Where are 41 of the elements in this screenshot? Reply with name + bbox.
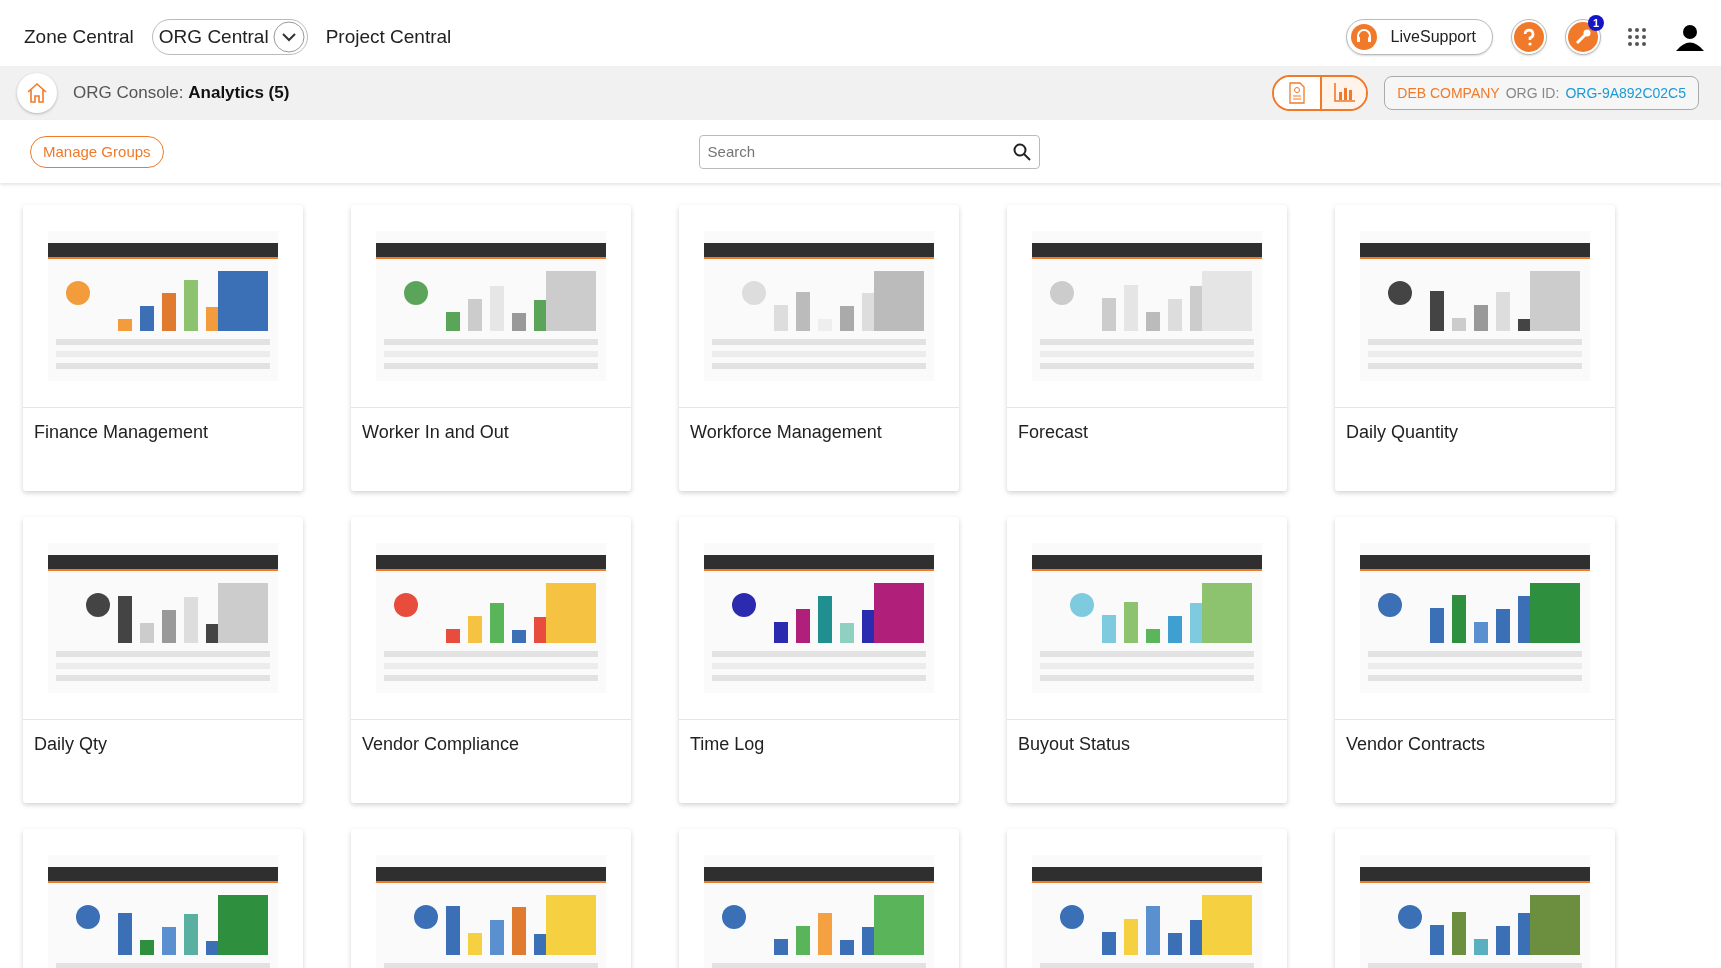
report-card[interactable]: Vendor Compliance bbox=[351, 517, 631, 803]
card-title: Vendor Compliance bbox=[362, 734, 520, 754]
console-title: ORG Console: Analytics (5) bbox=[73, 83, 290, 103]
headset-icon bbox=[1350, 24, 1377, 50]
card-title: Finance Management bbox=[34, 422, 209, 442]
help-button[interactable] bbox=[1511, 19, 1547, 55]
card-title: Workforce Management bbox=[690, 422, 882, 442]
card-title: Daily Qty bbox=[34, 734, 107, 754]
report-card[interactable]: Time Log bbox=[679, 517, 959, 803]
card-title: Vendor Contracts bbox=[1346, 734, 1486, 754]
report-card[interactable]: Workforce Management bbox=[679, 205, 959, 491]
question-icon bbox=[1514, 22, 1544, 52]
report-card[interactable]: Daily Quantity bbox=[1335, 205, 1615, 491]
nav-link[interactable]: Project Central bbox=[325, 26, 452, 48]
nav-link[interactable]: Zone Central bbox=[24, 26, 134, 48]
chevron-down-icon bbox=[272, 21, 305, 53]
report-card[interactable]: Forecast bbox=[1007, 205, 1287, 491]
chart-view-button[interactable] bbox=[1320, 77, 1367, 109]
company-name: DEB COMPANY bbox=[1397, 85, 1500, 101]
report-card[interactable]: Vendor Contracts bbox=[1335, 517, 1615, 803]
report-icon bbox=[1287, 82, 1308, 104]
live-support-button[interactable]: LiveSupport bbox=[1345, 19, 1493, 55]
search-icon bbox=[1012, 142, 1031, 161]
card-title: Time Log bbox=[690, 734, 765, 754]
bar-chart-icon bbox=[1332, 82, 1357, 104]
org-id: ORG-9A892C02C5 bbox=[1565, 85, 1686, 101]
search-field[interactable]: Search bbox=[698, 134, 1040, 169]
report-view-button[interactable] bbox=[1274, 77, 1321, 109]
report-card[interactable]: Buyout Status bbox=[1007, 517, 1287, 803]
report-card[interactable]: Daily Qty bbox=[23, 517, 303, 803]
report-card[interactable]: Worker In and Out bbox=[351, 205, 631, 491]
home-icon bbox=[25, 81, 49, 105]
apps-grid-icon[interactable] bbox=[1627, 27, 1647, 47]
card-title: Buyout Status bbox=[1018, 734, 1131, 754]
card-title: Forecast bbox=[1018, 422, 1089, 442]
org-id-label: ORG ID: bbox=[1505, 85, 1560, 101]
notification-badge: 1 bbox=[1588, 15, 1604, 31]
card-title: Worker In and Out bbox=[362, 422, 509, 442]
card-title: Daily Quantity bbox=[1346, 422, 1459, 442]
tools-button[interactable] bbox=[1565, 19, 1601, 55]
report-card[interactable]: Finance Management bbox=[23, 205, 303, 491]
